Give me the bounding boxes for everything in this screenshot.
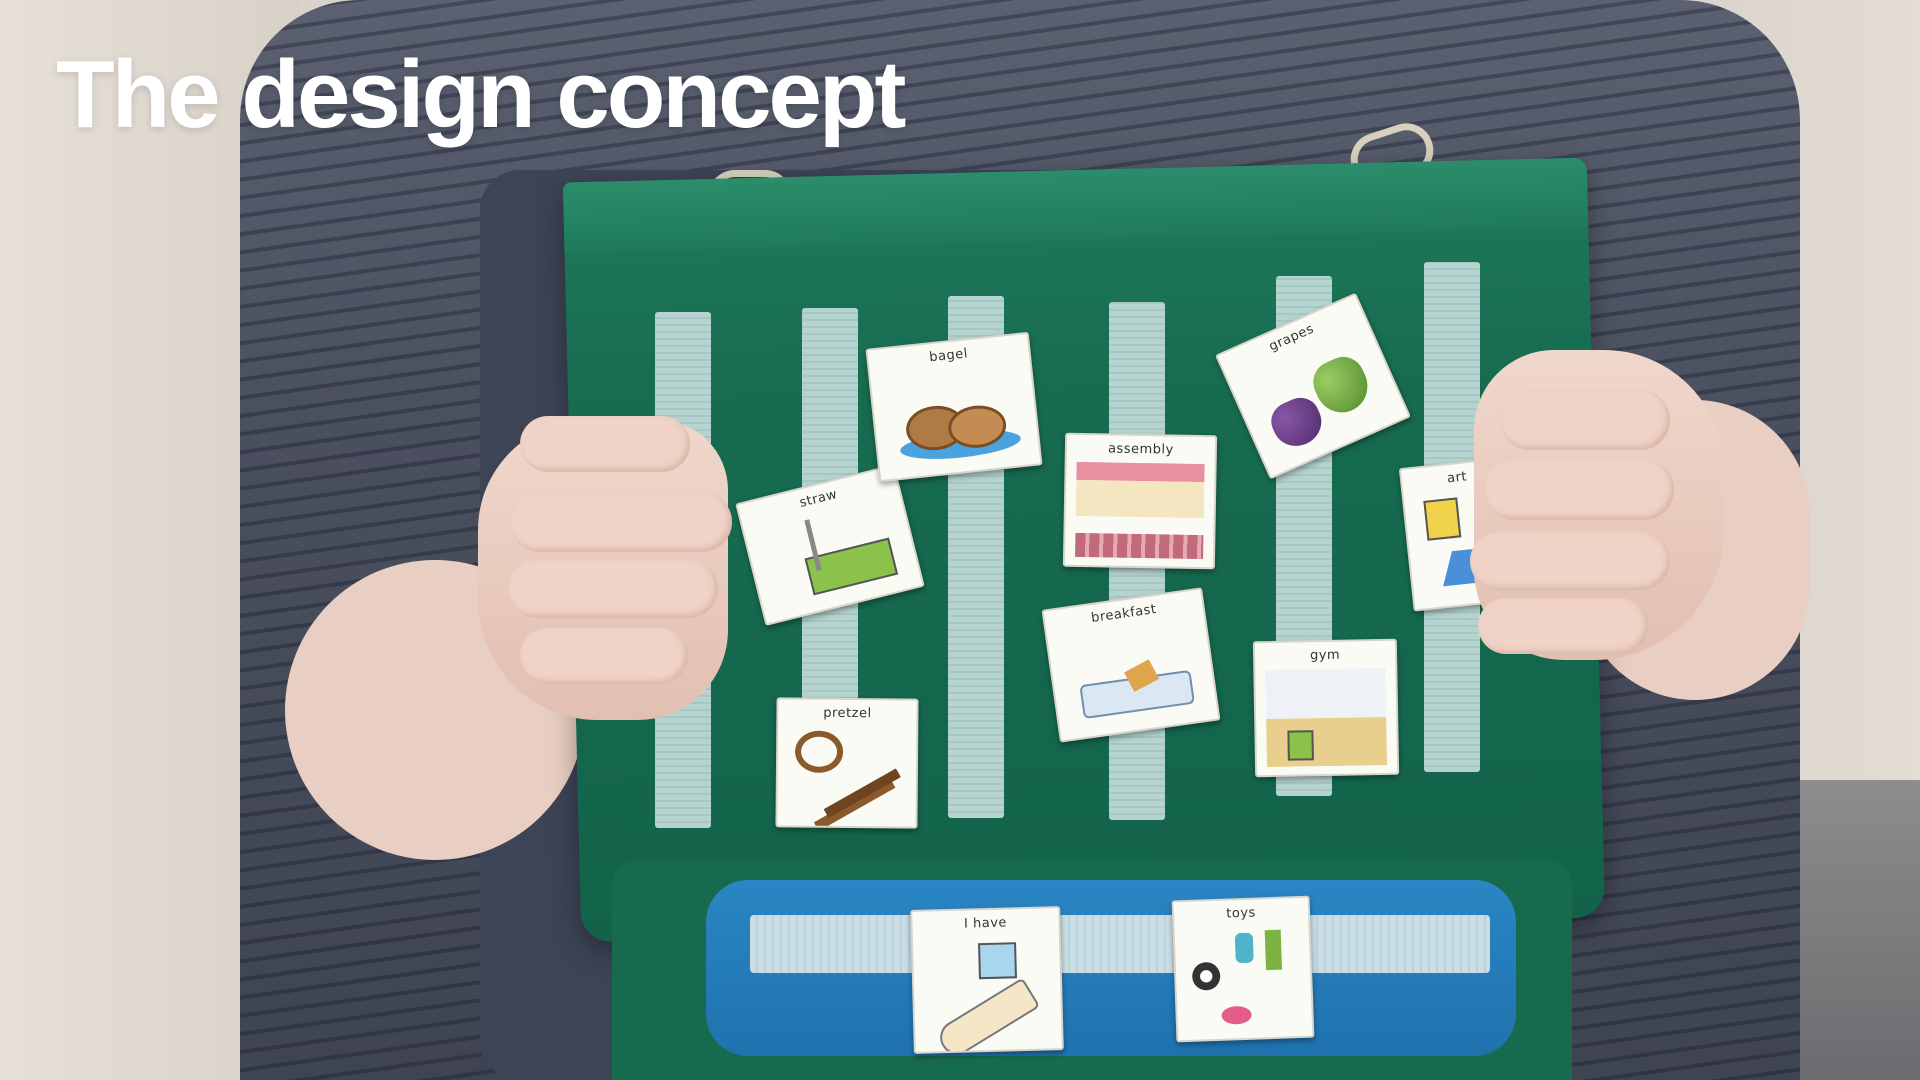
picture-card-bagel: bagel [865,331,1043,483]
finger [520,628,688,684]
photo-scene: straw bagel assembly grapes art breakfas… [0,0,1920,1080]
finger [520,416,690,472]
bagel-picture [882,362,1029,471]
pretzel-picture [787,726,906,829]
breakfast-picture [1058,618,1206,731]
finger [1484,460,1674,520]
straw-picture [755,495,910,613]
card-label: gym [1309,647,1341,664]
finger [1478,598,1648,654]
slide-title: The design concept [56,41,906,148]
card-label: bagel [928,346,969,366]
finger [1500,390,1670,450]
gym-picture [1265,667,1388,768]
card-label: breakfast [1090,602,1158,627]
card-label: straw [798,486,839,511]
card-label: art [1446,469,1468,487]
picture-card-pretzel: pretzel [775,697,919,829]
finger [1470,532,1670,590]
finger [508,560,718,618]
picture-card-gym: gym [1252,638,1400,778]
card-label: pretzel [823,705,872,722]
card-label: I have [963,915,1008,932]
picture-card-breakfast: breakfast [1041,587,1221,743]
picture-card-assembly: assembly [1062,432,1218,570]
assembly-picture [1075,461,1205,560]
card-label: assembly [1107,441,1174,458]
i-have-picture [923,935,1051,1054]
toys-picture [1184,925,1303,1032]
picture-card-toys: toys [1171,895,1315,1043]
picture-card-i-have: I have [910,906,1064,1054]
finger [510,492,732,552]
sentence-strip-velcro [750,915,1490,973]
card-label: toys [1226,905,1257,922]
